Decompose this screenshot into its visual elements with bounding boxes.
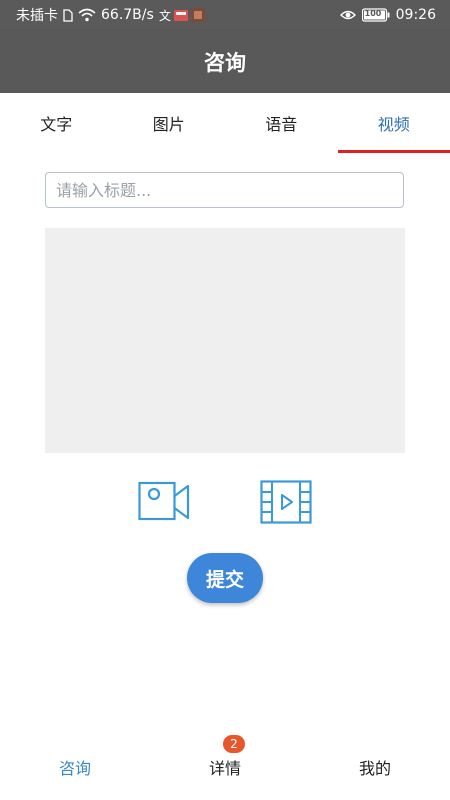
- network-speed: 66.7B/s: [101, 7, 154, 23]
- nav-item-consult[interactable]: 咨询: [0, 733, 150, 800]
- status-bar-right: 100 09:26: [339, 7, 436, 23]
- nav-item-details[interactable]: 详情 2: [150, 733, 300, 800]
- consult-type-tabs: 文字 图片 语音 视频: [0, 93, 450, 153]
- battery-level: 100: [364, 9, 382, 18]
- wifi-icon: [78, 8, 96, 22]
- notification-app-icons: 文: [159, 7, 207, 23]
- tab-label: 文字: [40, 115, 73, 134]
- sim-icon: [63, 8, 73, 22]
- page-title: 咨询: [204, 50, 246, 75]
- tab-voice[interactable]: 语音: [225, 93, 338, 153]
- svg-text:文: 文: [159, 8, 171, 23]
- app-bar: 咨询: [0, 30, 450, 93]
- tab-label: 视频: [377, 115, 410, 134]
- choose-video-button[interactable]: [260, 480, 312, 524]
- nav-label: 咨询: [58, 758, 91, 778]
- video-camera-icon: [138, 481, 190, 521]
- unread-badge: 2: [222, 734, 245, 753]
- nav-label: 详情: [208, 758, 241, 778]
- status-bar-left: 未插卡 66.7B/s 文: [16, 5, 207, 25]
- tab-video[interactable]: 视频: [337, 93, 450, 153]
- nav-label-wrap: 详情 2: [208, 734, 245, 779]
- tab-text[interactable]: 文字: [0, 93, 113, 153]
- eye-icon: [339, 9, 356, 21]
- tab-image[interactable]: 图片: [113, 93, 226, 153]
- clock-time: 09:26: [395, 7, 436, 23]
- tab-label: 图片: [152, 115, 185, 134]
- bottom-nav: 咨询 详情 2 我的: [0, 733, 450, 800]
- title-input[interactable]: [45, 172, 404, 208]
- status-bar: 未插卡 66.7B/s 文 100 09:26: [0, 0, 450, 30]
- video-preview-area: [45, 228, 405, 453]
- record-video-button[interactable]: [138, 480, 190, 522]
- nav-label: 我的: [358, 758, 391, 778]
- tab-label: 语音: [265, 115, 298, 134]
- nav-item-mine[interactable]: 我的: [300, 733, 450, 800]
- film-strip-icon: [260, 480, 312, 524]
- carrier-text: 未插卡: [16, 8, 58, 24]
- submit-button[interactable]: 提交: [187, 553, 263, 603]
- battery-icon: 100: [361, 8, 390, 22]
